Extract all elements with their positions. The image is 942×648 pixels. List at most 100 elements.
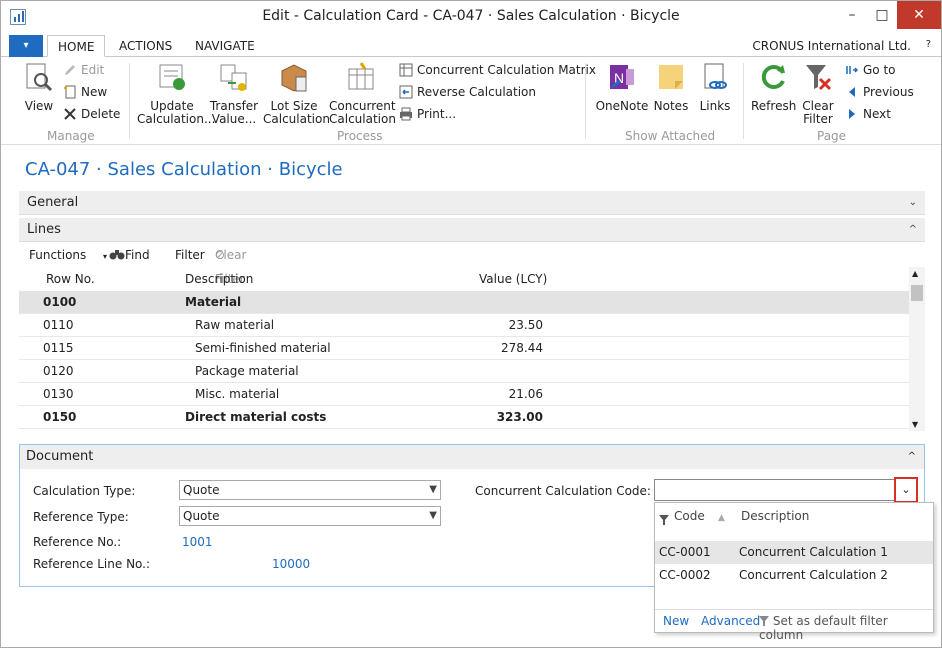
company-name: CRONUS International Ltd.	[752, 39, 911, 53]
refresh-button[interactable]: Refresh	[751, 61, 796, 113]
fasttab-document[interactable]: Document ^	[20, 445, 924, 469]
notes-icon	[659, 65, 683, 89]
reverse-calculation-icon	[399, 85, 413, 99]
concurrent-code-lookup-dropdown: Code ▲ Description CC-0001 Concurrent Ca…	[654, 502, 934, 642]
fasttab-general[interactable]: General ⌄	[19, 191, 925, 215]
edit-button[interactable]: Edit	[63, 63, 104, 77]
go-to-button[interactable]: Go to	[845, 63, 896, 77]
chevron-up-icon[interactable]: ^	[908, 445, 916, 469]
list-item[interactable]: CC-0002 Concurrent Calculation 2	[655, 564, 933, 587]
concurrent-calculation-button[interactable]: Concurrent Calculation	[329, 61, 396, 126]
next-button[interactable]: Next	[845, 107, 891, 121]
chevron-up-icon[interactable]: ^	[909, 218, 917, 242]
fasttab-lines[interactable]: Lines ^	[19, 218, 925, 242]
ribbon-tab-bar: ▾ HOME ACTIONS NAVIGATE CRONUS Internati…	[1, 33, 941, 57]
print-button[interactable]: Print...	[399, 107, 456, 121]
group-label-show-attached: Show Attached	[625, 129, 716, 143]
fasttab-lines-label: Lines	[27, 222, 61, 237]
group-label-page: Page	[817, 129, 847, 143]
filter-icon	[759, 616, 769, 626]
reverse-calculation-button[interactable]: Reverse Calculation	[399, 85, 536, 99]
minimize-button[interactable]: –	[837, 1, 867, 29]
ribbon-separator	[585, 63, 586, 139]
set-default-filter-column[interactable]: Set as default filter column	[759, 614, 933, 642]
notes-button[interactable]: Notes	[653, 61, 689, 113]
view-button[interactable]: View	[23, 61, 55, 113]
lines-toolbar: Functions ▾ Find Filter ⊘ Clear Filter	[19, 243, 925, 286]
reference-type-label: Reference Type:	[33, 510, 129, 524]
calculation-type-label: Calculation Type:	[33, 484, 136, 498]
reference-line-no-value[interactable]: 10000	[272, 557, 310, 571]
advanced-link[interactable]: Advanced	[701, 614, 760, 628]
onenote-icon: N	[610, 65, 634, 89]
chevron-down-icon: ▼	[429, 510, 437, 521]
delete-icon	[64, 108, 76, 120]
clear-filter-icon	[806, 65, 832, 91]
tab-actions[interactable]: ACTIONS	[109, 35, 182, 57]
table-row[interactable]: 0120 Package material	[19, 360, 909, 383]
app-menu-button[interactable]: ▾	[9, 35, 43, 57]
lines-grid: Row No. Description Value (LCY) 0100 Mat…	[19, 267, 925, 431]
tab-home[interactable]: HOME	[47, 35, 106, 57]
chevron-down-icon[interactable]: ⌄	[909, 191, 917, 215]
table-row[interactable]: 0130 Misc. material 21.06	[19, 383, 909, 406]
column-header-description[interactable]: Description	[741, 509, 809, 523]
column-header-code[interactable]: Code	[674, 509, 705, 523]
close-button[interactable]: ✕	[897, 1, 941, 29]
concurrent-code-input[interactable]	[654, 479, 915, 501]
delete-button[interactable]: Delete	[63, 107, 120, 121]
window-title: Edit - Calculation Card - CA-047 · Sales…	[262, 8, 680, 24]
column-header-value[interactable]: Value (LCY)	[479, 267, 547, 291]
links-button[interactable]: Links	[697, 61, 733, 113]
reference-type-select[interactable]: Quote ▼	[179, 506, 441, 526]
help-icon[interactable]: ?	[926, 39, 931, 50]
concurrent-code-label: Concurrent Calculation Code:	[475, 484, 651, 498]
reference-no-label: Reference No.:	[33, 535, 122, 549]
clear-filter-button[interactable]: Clear Filter	[801, 61, 835, 126]
page-title: CA-047 · Sales Calculation · Bicycle	[25, 159, 343, 180]
chevron-down-icon: ⌄	[901, 483, 911, 496]
ribbon: View Edit New Delete Manage Update Calcul…	[1, 57, 941, 145]
onenote-button[interactable]: N OneNote	[595, 61, 649, 113]
functions-menu[interactable]: Functions ▾	[29, 243, 107, 269]
next-arrow-icon	[849, 109, 855, 119]
table-row[interactable]: 0110 Raw material 23.50	[19, 314, 909, 337]
reference-no-value[interactable]: 1001	[182, 535, 213, 549]
binoculars-icon	[109, 250, 125, 260]
title-bar: Edit - Calculation Card - CA-047 · Sales…	[1, 1, 941, 33]
new-button[interactable]: New	[63, 85, 107, 99]
new-link[interactable]: New	[663, 614, 689, 628]
filter-button[interactable]: Filter	[175, 243, 205, 267]
concurrent-calculation-icon	[348, 62, 374, 90]
transfer-value-button[interactable]: Transfer Value...	[209, 61, 259, 126]
filter-icon[interactable]	[659, 509, 669, 528]
update-calculation-button[interactable]: Update Calculation...	[137, 61, 215, 126]
maximize-button[interactable]: □	[867, 1, 897, 29]
table-row[interactable]: 0115 Semi-finished material 278.44	[19, 337, 909, 360]
find-button[interactable]: Find	[109, 243, 150, 267]
concurrent-calculation-matrix-button[interactable]: Concurrent Calculation Matrix	[399, 63, 596, 77]
scroll-down-icon[interactable]: ▼	[912, 420, 918, 429]
list-item[interactable]: CC-0001 Concurrent Calculation 1	[655, 541, 933, 564]
tab-navigate[interactable]: NAVIGATE	[185, 35, 265, 57]
refresh-icon	[761, 65, 785, 89]
column-header-row-no[interactable]: Row No.	[46, 267, 95, 291]
lot-size-calculation-button[interactable]: Lot Size Calculation	[263, 61, 330, 126]
update-calculation-icon	[159, 64, 185, 90]
table-row[interactable]: 0150 Direct material costs 323.00	[19, 406, 909, 429]
pencil-icon	[65, 65, 75, 75]
matrix-icon	[399, 63, 413, 77]
dropdown-divider	[655, 609, 933, 610]
scrollbar-thumb[interactable]	[911, 285, 923, 301]
lookup-dropdown-button[interactable]: ⌄	[894, 477, 918, 503]
table-row[interactable]: 0100 Material	[19, 291, 909, 314]
fasttab-general-label: General	[27, 195, 79, 210]
previous-button[interactable]: Previous	[845, 85, 914, 99]
calculation-type-select[interactable]: Quote ▼	[179, 480, 441, 500]
chevron-down-icon: ▼	[429, 484, 437, 495]
previous-arrow-icon	[849, 87, 855, 97]
fasttab-document-label: Document	[26, 449, 94, 464]
scroll-up-icon[interactable]: ▲	[912, 269, 918, 278]
column-header-description[interactable]: Description	[185, 267, 253, 291]
sort-ascending-icon[interactable]: ▲	[718, 513, 725, 523]
